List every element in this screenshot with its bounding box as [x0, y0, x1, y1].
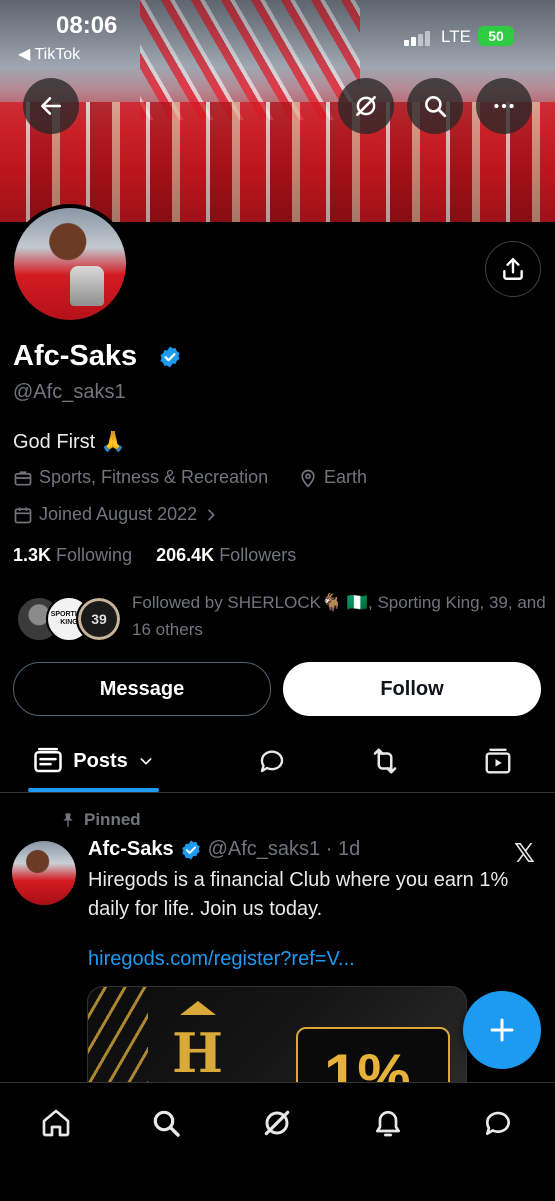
signal-icon [404, 30, 432, 46]
tab-media[interactable] [476, 730, 520, 792]
reply-bubble-icon [260, 750, 284, 773]
network-type: LTE [441, 27, 471, 46]
message-button[interactable]: Message [13, 662, 271, 716]
followed-by-text[interactable]: Followed by SHERLOCK🐐 🇳🇬, Sporting King,… [132, 589, 547, 643]
arrow-left-icon [41, 97, 61, 115]
nav-messages[interactable] [476, 1101, 520, 1145]
profile-location: Earth [298, 467, 367, 488]
follow-button[interactable]: Follow [283, 662, 541, 716]
post-link[interactable]: hiregods.com/register?ref=V... [88, 948, 355, 971]
joined-text: Joined August 2022 [39, 504, 198, 524]
nav-home[interactable] [34, 1101, 78, 1145]
briefcase-icon [14, 470, 32, 485]
profile-joined[interactable]: Joined August 2022 [13, 504, 219, 525]
compose-post-button[interactable] [463, 991, 541, 1069]
post-media-image[interactable]: H 1% [87, 986, 467, 1087]
media-video-icon [485, 748, 511, 774]
media-gold-streaks [88, 987, 148, 1087]
chat-bubble-icon [486, 1111, 510, 1135]
plus-icon [490, 1018, 514, 1042]
profile-tabs: Posts [0, 730, 555, 792]
following-label: Following [56, 545, 133, 565]
more-icon [494, 103, 514, 109]
media-percent-card: 1% [296, 1027, 450, 1087]
grok-button[interactable] [338, 78, 394, 134]
pinned-label: Pinned [84, 810, 141, 829]
x-logo-icon: 𝕏 [514, 838, 535, 868]
post-header: Afc-Saks @Afc_saks1 · 1d [88, 838, 360, 861]
profile-avatar[interactable] [10, 204, 130, 324]
more-options-button[interactable] [476, 78, 532, 134]
calendar-icon [14, 507, 32, 523]
posts-icon [34, 747, 63, 773]
trophy-shape [70, 266, 104, 306]
followers-link[interactable]: 206.4K Followers [156, 545, 296, 565]
bell-icon [376, 1111, 400, 1137]
chevron-down-icon [140, 758, 152, 765]
search-button[interactable] [407, 78, 463, 134]
post-text: Hiregods is a financial Club where you e… [88, 869, 509, 920]
share-button[interactable] [485, 241, 541, 297]
follower-avatar-3: 39 [76, 596, 122, 642]
profile-category: Sports, Fitness & Recreation [13, 467, 268, 488]
chevron-right-icon [208, 509, 215, 520]
status-bar: 08:06 ◀ TikTok LTE 50 [0, 0, 555, 70]
avatar-image [14, 208, 126, 320]
post-author-avatar[interactable] [12, 841, 76, 905]
tab-posts-label: Posts [73, 749, 128, 772]
pin-icon [63, 813, 73, 827]
profile-bio: God First 🙏 [13, 431, 126, 453]
tab-replies[interactable] [250, 730, 294, 792]
profile-handle: @Afc_saks1 [13, 381, 126, 403]
status-time: 08:06 [56, 12, 118, 39]
post-author-name[interactable]: Afc-Saks [88, 838, 174, 861]
location-text: Earth [324, 467, 368, 487]
verified-badge-icon [160, 346, 180, 368]
grok-icon [264, 1110, 290, 1136]
display-name: Afc-Saks [13, 340, 138, 372]
back-button[interactable] [23, 78, 79, 134]
crown-icon [180, 1001, 216, 1015]
tab-posts[interactable]: Posts [28, 730, 159, 792]
followers-label: Followers [219, 545, 297, 565]
media-percent-text: 1% [324, 1042, 411, 1087]
post-meta: @Afc_saks1 · 1d [207, 838, 361, 860]
home-icon [42, 1109, 70, 1137]
repost-icon [373, 748, 397, 774]
share-icon [503, 258, 523, 280]
category-text: Sports, Fitness & Recreation [39, 467, 269, 487]
following-count: 1.3K [13, 545, 52, 565]
nav-notifications[interactable] [366, 1101, 410, 1145]
nav-search[interactable] [144, 1101, 188, 1145]
media-logo-letter: H [172, 1021, 224, 1085]
tabs-divider [0, 792, 555, 793]
search-icon [153, 1110, 180, 1137]
mutual-followers-avatars[interactable]: SPORTING KING 39 [16, 596, 122, 642]
back-to-app-link[interactable]: ◀ TikTok [18, 44, 80, 64]
nav-grok[interactable] [255, 1101, 299, 1145]
search-icon [425, 96, 447, 118]
pinned-indicator: Pinned [60, 810, 141, 830]
grok-icon [356, 96, 376, 116]
battery-icon: 50 [478, 26, 514, 46]
bottom-navigation [0, 1082, 555, 1201]
location-pin-icon [301, 469, 315, 488]
follow-counts: 1.3K Following 206.4K Followers [13, 545, 296, 566]
following-link[interactable]: 1.3K Following [13, 545, 132, 565]
tab-reposts[interactable] [363, 730, 407, 792]
verified-badge-icon [181, 839, 200, 860]
followers-count: 206.4K [156, 545, 215, 565]
